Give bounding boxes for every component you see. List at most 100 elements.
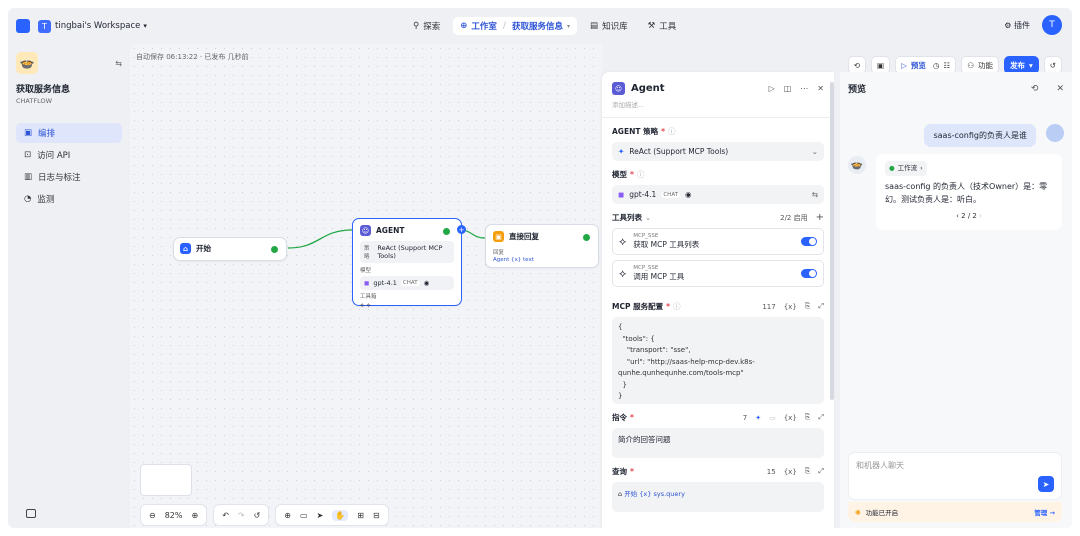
minimap[interactable] [140, 464, 192, 496]
export-icon[interactable]: ⊞ [357, 511, 364, 520]
zoom-level[interactable]: 82% [165, 511, 183, 520]
variable-icon[interactable]: {x} [784, 303, 797, 311]
agent-panel-title[interactable]: Agent [631, 83, 665, 94]
expand-icon[interactable]: ⤢ [818, 302, 824, 311]
variable-icon[interactable]: {x} [784, 468, 797, 476]
workflow-process-chip[interactable]: ● 工作流 › [885, 161, 927, 176]
chevron-down-icon[interactable]: ⌄ [645, 213, 651, 222]
collapse-sidebar-icon[interactable]: ⇆ [115, 59, 122, 68]
chevron-down-icon: ▾ [1028, 60, 1033, 70]
undo-icon[interactable]: ↶ [222, 511, 229, 520]
eye-icon: ◉ [423, 279, 430, 287]
agent-node-title: AGENT [376, 226, 405, 235]
logs-icon: ▥ [24, 172, 33, 182]
hand-icon[interactable]: ✋ [332, 509, 349, 521]
sidebar-item-monitor[interactable]: ◔ 监测 [16, 189, 122, 209]
help-icon: ⓘ [636, 170, 645, 179]
nav-current-app[interactable]: 获取服务信息 [512, 20, 563, 32]
app-type: CHATFLOW [16, 97, 53, 105]
user-avatar[interactable]: T [1042, 15, 1062, 35]
nav-knowledge[interactable]: ▤ 知识库 [583, 17, 635, 35]
sidebar-item-logs[interactable]: ▥ 日志与标注 [16, 167, 122, 187]
pointer-icon[interactable]: ➤ [317, 511, 324, 520]
play-icon: ▷ [901, 60, 907, 70]
tool-toggle[interactable] [801, 269, 817, 278]
expand-icon[interactable]: ⤢ [818, 413, 824, 422]
panel-scrollbar[interactable] [830, 82, 834, 400]
more-icon[interactable]: ⋯ [800, 84, 808, 93]
chevron-down-icon[interactable]: ▾ [567, 23, 570, 30]
instruction-input[interactable]: 简介的回答问题 [612, 428, 824, 458]
expand-icon[interactable]: ⤢ [818, 467, 824, 476]
close-icon[interactable]: ✕ [1056, 84, 1064, 94]
add-node-icon[interactable]: ⊕ [284, 511, 291, 520]
features-icon: ⚇ [967, 60, 974, 70]
manage-features-link[interactable]: 管理 → [1034, 507, 1055, 517]
mcp-config-editor[interactable]: { "tools": { "transport": "sse", "url": … [612, 317, 824, 404]
sidebar-item-orchestrate[interactable]: ▣ 编排 [16, 123, 122, 143]
send-button[interactable]: ➤ [1038, 476, 1054, 492]
redo-icon[interactable]: ↷ [238, 511, 245, 520]
workflow-canvas[interactable]: 自动保存 06:13:22 · 已发布 几秒前 ⌂ 开始 ☺ AGENT 策略 … [130, 44, 602, 528]
nav-tools[interactable]: ⚒ 工具 [641, 17, 684, 35]
history-icon[interactable]: ↺ [254, 511, 261, 520]
refresh-icon: ⟲ [853, 60, 861, 70]
tool-toggle[interactable] [801, 237, 817, 246]
app-logo-icon[interactable] [16, 19, 30, 33]
nav-studio[interactable]: ⊕ 工作室 / 获取服务信息 ▾ [453, 17, 578, 35]
start-node[interactable]: ⌂ 开始 [173, 237, 287, 261]
jinja-toggle-icon[interactable]: ▭ [769, 414, 776, 422]
workspace-switcher[interactable]: tingbai's Workspace [55, 21, 140, 31]
model-icon: ◼ [364, 279, 370, 287]
add-tool-icon[interactable]: + [816, 212, 824, 223]
plugins-button[interactable]: ⚙ 插件 [1004, 20, 1030, 31]
strategy-select[interactable]: ✦ ReAct (Support MCP Tools) ⌄ [612, 142, 824, 161]
layout-icon[interactable]: ⊟ [373, 511, 380, 520]
preview-panel: 预览 ⟲ ✕ saas-config的负责人是谁 🍲 ● 工作流 › saas-… [840, 72, 1072, 528]
bot-message: ● 工作流 › saas-config 的负责人（技术Owner）是：零幻。测试… [876, 154, 1062, 230]
chevron-left-icon[interactable]: ‹ [956, 212, 959, 220]
sidebar-toggle-icon[interactable] [26, 509, 36, 518]
agent-description-input[interactable]: 添加描述... [602, 97, 834, 118]
variable-icon[interactable]: {x} [784, 414, 797, 422]
char-count: 15 [766, 467, 776, 476]
add-node-handle[interactable]: + [457, 225, 466, 234]
zoom-controls: ⊖ 82% ⊕ [140, 504, 208, 526]
history-controls: ↶ ↷ ↺ [213, 504, 270, 526]
help-icon: ⓘ [673, 302, 681, 311]
zoom-in-icon[interactable]: ⊕ [191, 511, 198, 520]
chat-input[interactable]: 和机器人聊天 ➤ [848, 452, 1062, 500]
query-input[interactable]: ⌂ 开始 {x} sys.query [612, 482, 824, 512]
tool-item[interactable]: ⟡ MCP_SSE 获取 MCP 工具列表 [612, 228, 824, 255]
copy-icon[interactable]: ⎘ [805, 413, 811, 422]
settings-icon[interactable]: ⇆ [812, 190, 818, 199]
orchestrate-icon: ▣ [24, 128, 33, 138]
char-count: 7 [742, 413, 748, 422]
list-icon: ☷ [943, 60, 951, 70]
copy-icon[interactable]: ⎘ [805, 467, 811, 476]
answer-node-title: 直接回复 [509, 232, 539, 241]
sidebar-item-api[interactable]: ⊡ 访问 API [16, 145, 122, 165]
answer-node[interactable]: ▣ 直接回复 回复 Agent {x} text [485, 224, 599, 268]
tool-item[interactable]: ⟡ MCP_SSE 调用 MCP 工具 [612, 260, 824, 287]
sparkle-icon[interactable]: ✦ [755, 414, 761, 422]
env-icon: ▣ [877, 60, 885, 70]
agent-config-panel: ☺ Agent ▷ ◫ ⋯ ✕ 添加描述... AGENT 策略 * ⓘ ✦ ReA… [602, 72, 834, 528]
agent-icon: ☺ [360, 225, 371, 236]
note-icon[interactable]: ▭ [300, 511, 308, 520]
agent-node[interactable]: ☺ AGENT 策略 ReAct (Support MCP Tools) 模型 … [352, 218, 462, 309]
copy-icon[interactable]: ⎘ [805, 302, 811, 311]
zoom-out-icon[interactable]: ⊖ [149, 511, 156, 520]
chevron-right-icon[interactable]: › [979, 212, 982, 220]
chevron-right-icon: › [920, 164, 923, 172]
docs-icon[interactable]: ◫ [784, 84, 792, 93]
mcp-icon: ⟡ [366, 301, 371, 309]
model-select[interactable]: ◼ gpt-4.1 CHAT ◉ ⇆ [612, 185, 824, 204]
run-icon[interactable]: ▷ [769, 84, 775, 93]
nav-explore[interactable]: ⚲ 探索 [406, 17, 447, 35]
restart-icon[interactable]: ⟲ [1031, 84, 1039, 94]
chevron-down-icon[interactable]: ▾ [143, 22, 147, 30]
user-avatar [1046, 124, 1064, 142]
close-icon[interactable]: ✕ [817, 84, 824, 93]
app-window: T tingbai's Workspace ▾ ⚲ 探索 ⊕ 工作室 / 获取服… [8, 8, 1072, 528]
